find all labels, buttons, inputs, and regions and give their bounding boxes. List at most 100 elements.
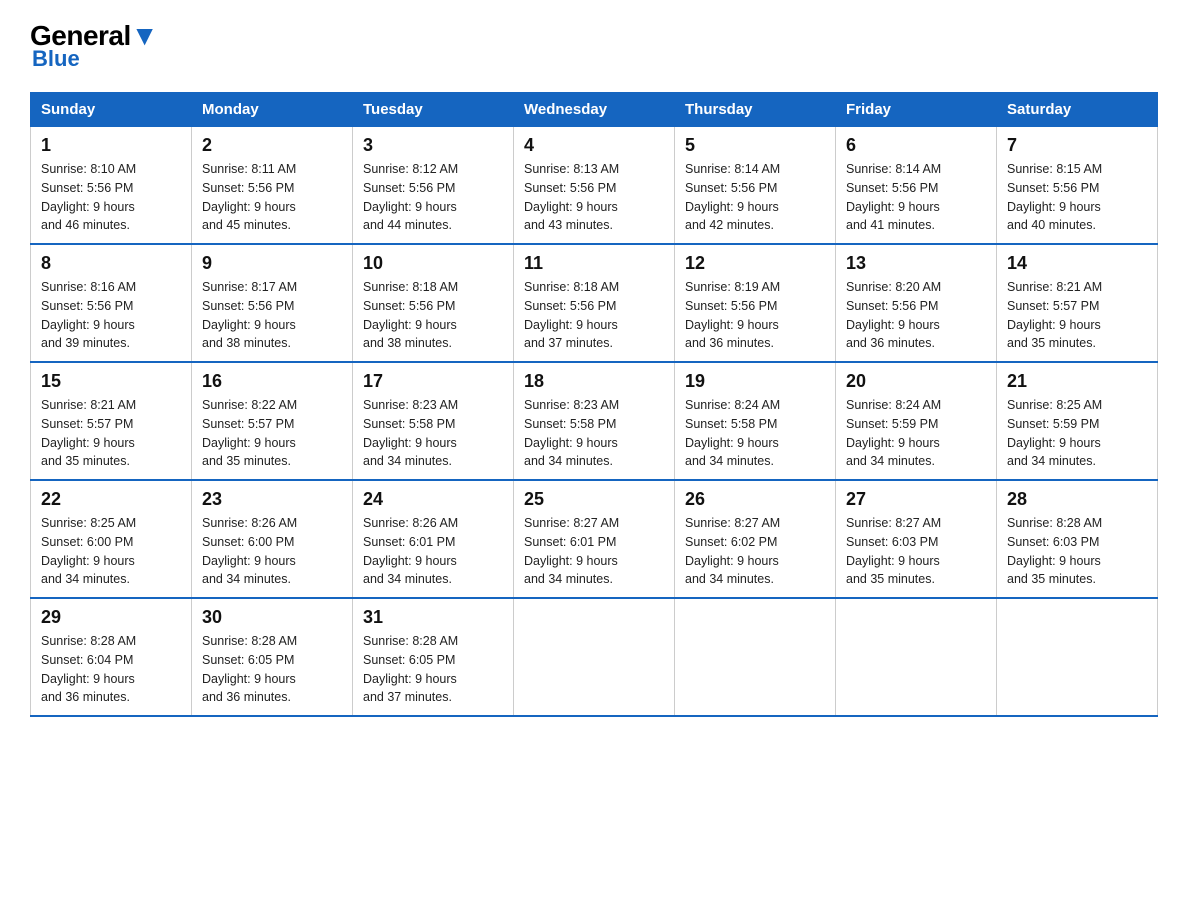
day-info: Sunrise: 8:18 AM Sunset: 5:56 PM Dayligh… xyxy=(524,278,664,353)
calendar-week-row: 15 Sunrise: 8:21 AM Sunset: 5:57 PM Dayl… xyxy=(31,362,1158,480)
calendar-cell xyxy=(997,598,1158,716)
day-info: Sunrise: 8:10 AM Sunset: 5:56 PM Dayligh… xyxy=(41,160,181,235)
calendar-cell: 7 Sunrise: 8:15 AM Sunset: 5:56 PM Dayli… xyxy=(997,127,1158,245)
calendar-cell: 27 Sunrise: 8:27 AM Sunset: 6:03 PM Dayl… xyxy=(836,480,997,598)
page-header: General▼ Blue xyxy=(30,20,1158,72)
day-info: Sunrise: 8:23 AM Sunset: 5:58 PM Dayligh… xyxy=(363,396,503,471)
calendar-cell: 10 Sunrise: 8:18 AM Sunset: 5:56 PM Dayl… xyxy=(353,244,514,362)
day-info: Sunrise: 8:14 AM Sunset: 5:56 PM Dayligh… xyxy=(846,160,986,235)
day-info: Sunrise: 8:24 AM Sunset: 5:59 PM Dayligh… xyxy=(846,396,986,471)
calendar-cell: 20 Sunrise: 8:24 AM Sunset: 5:59 PM Dayl… xyxy=(836,362,997,480)
day-info: Sunrise: 8:17 AM Sunset: 5:56 PM Dayligh… xyxy=(202,278,342,353)
day-number: 26 xyxy=(685,489,825,510)
day-number: 18 xyxy=(524,371,664,392)
day-number: 22 xyxy=(41,489,181,510)
day-info: Sunrise: 8:14 AM Sunset: 5:56 PM Dayligh… xyxy=(685,160,825,235)
day-info: Sunrise: 8:28 AM Sunset: 6:05 PM Dayligh… xyxy=(363,632,503,707)
calendar-cell: 11 Sunrise: 8:18 AM Sunset: 5:56 PM Dayl… xyxy=(514,244,675,362)
calendar-cell xyxy=(675,598,836,716)
day-number: 27 xyxy=(846,489,986,510)
day-info: Sunrise: 8:23 AM Sunset: 5:58 PM Dayligh… xyxy=(524,396,664,471)
day-info: Sunrise: 8:24 AM Sunset: 5:58 PM Dayligh… xyxy=(685,396,825,471)
calendar-cell: 19 Sunrise: 8:24 AM Sunset: 5:58 PM Dayl… xyxy=(675,362,836,480)
day-number: 15 xyxy=(41,371,181,392)
day-info: Sunrise: 8:21 AM Sunset: 5:57 PM Dayligh… xyxy=(1007,278,1147,353)
day-info: Sunrise: 8:11 AM Sunset: 5:56 PM Dayligh… xyxy=(202,160,342,235)
day-number: 23 xyxy=(202,489,342,510)
calendar-cell: 24 Sunrise: 8:26 AM Sunset: 6:01 PM Dayl… xyxy=(353,480,514,598)
logo-triangle-icon: ▼ xyxy=(131,20,158,51)
calendar-cell: 21 Sunrise: 8:25 AM Sunset: 5:59 PM Dayl… xyxy=(997,362,1158,480)
calendar-week-row: 1 Sunrise: 8:10 AM Sunset: 5:56 PM Dayli… xyxy=(31,127,1158,245)
calendar-cell xyxy=(836,598,997,716)
day-info: Sunrise: 8:27 AM Sunset: 6:03 PM Dayligh… xyxy=(846,514,986,589)
calendar-week-row: 29 Sunrise: 8:28 AM Sunset: 6:04 PM Dayl… xyxy=(31,598,1158,716)
day-number: 16 xyxy=(202,371,342,392)
day-info: Sunrise: 8:27 AM Sunset: 6:02 PM Dayligh… xyxy=(685,514,825,589)
day-number: 2 xyxy=(202,135,342,156)
calendar-cell: 1 Sunrise: 8:10 AM Sunset: 5:56 PM Dayli… xyxy=(31,127,192,245)
calendar-cell: 29 Sunrise: 8:28 AM Sunset: 6:04 PM Dayl… xyxy=(31,598,192,716)
day-info: Sunrise: 8:12 AM Sunset: 5:56 PM Dayligh… xyxy=(363,160,503,235)
day-info: Sunrise: 8:27 AM Sunset: 6:01 PM Dayligh… xyxy=(524,514,664,589)
calendar-cell: 25 Sunrise: 8:27 AM Sunset: 6:01 PM Dayl… xyxy=(514,480,675,598)
day-number: 5 xyxy=(685,135,825,156)
day-number: 11 xyxy=(524,253,664,274)
calendar-cell: 3 Sunrise: 8:12 AM Sunset: 5:56 PM Dayli… xyxy=(353,127,514,245)
day-number: 3 xyxy=(363,135,503,156)
logo: General▼ Blue xyxy=(30,20,158,72)
day-info: Sunrise: 8:26 AM Sunset: 6:01 PM Dayligh… xyxy=(363,514,503,589)
day-info: Sunrise: 8:13 AM Sunset: 5:56 PM Dayligh… xyxy=(524,160,664,235)
calendar-cell: 14 Sunrise: 8:21 AM Sunset: 5:57 PM Dayl… xyxy=(997,244,1158,362)
day-number: 21 xyxy=(1007,371,1147,392)
weekday-header-monday: Monday xyxy=(192,93,353,127)
day-info: Sunrise: 8:28 AM Sunset: 6:05 PM Dayligh… xyxy=(202,632,342,707)
calendar-cell: 28 Sunrise: 8:28 AM Sunset: 6:03 PM Dayl… xyxy=(997,480,1158,598)
weekday-header-saturday: Saturday xyxy=(997,93,1158,127)
calendar-cell: 23 Sunrise: 8:26 AM Sunset: 6:00 PM Dayl… xyxy=(192,480,353,598)
day-number: 31 xyxy=(363,607,503,628)
day-number: 24 xyxy=(363,489,503,510)
day-info: Sunrise: 8:15 AM Sunset: 5:56 PM Dayligh… xyxy=(1007,160,1147,235)
day-number: 17 xyxy=(363,371,503,392)
calendar-cell: 30 Sunrise: 8:28 AM Sunset: 6:05 PM Dayl… xyxy=(192,598,353,716)
calendar-cell: 8 Sunrise: 8:16 AM Sunset: 5:56 PM Dayli… xyxy=(31,244,192,362)
day-number: 29 xyxy=(41,607,181,628)
day-info: Sunrise: 8:28 AM Sunset: 6:03 PM Dayligh… xyxy=(1007,514,1147,589)
day-info: Sunrise: 8:25 AM Sunset: 5:59 PM Dayligh… xyxy=(1007,396,1147,471)
calendar-cell: 31 Sunrise: 8:28 AM Sunset: 6:05 PM Dayl… xyxy=(353,598,514,716)
calendar-cell: 4 Sunrise: 8:13 AM Sunset: 5:56 PM Dayli… xyxy=(514,127,675,245)
day-info: Sunrise: 8:28 AM Sunset: 6:04 PM Dayligh… xyxy=(41,632,181,707)
day-number: 19 xyxy=(685,371,825,392)
day-number: 1 xyxy=(41,135,181,156)
day-info: Sunrise: 8:19 AM Sunset: 5:56 PM Dayligh… xyxy=(685,278,825,353)
day-number: 14 xyxy=(1007,253,1147,274)
weekday-header-row: SundayMondayTuesdayWednesdayThursdayFrid… xyxy=(31,93,1158,127)
calendar-cell: 26 Sunrise: 8:27 AM Sunset: 6:02 PM Dayl… xyxy=(675,480,836,598)
calendar-cell: 17 Sunrise: 8:23 AM Sunset: 5:58 PM Dayl… xyxy=(353,362,514,480)
day-info: Sunrise: 8:22 AM Sunset: 5:57 PM Dayligh… xyxy=(202,396,342,471)
logo-blue-text: Blue xyxy=(30,46,80,72)
day-number: 13 xyxy=(846,253,986,274)
day-number: 28 xyxy=(1007,489,1147,510)
day-info: Sunrise: 8:21 AM Sunset: 5:57 PM Dayligh… xyxy=(41,396,181,471)
day-number: 10 xyxy=(363,253,503,274)
calendar-table: SundayMondayTuesdayWednesdayThursdayFrid… xyxy=(30,92,1158,717)
day-number: 25 xyxy=(524,489,664,510)
day-info: Sunrise: 8:25 AM Sunset: 6:00 PM Dayligh… xyxy=(41,514,181,589)
day-number: 4 xyxy=(524,135,664,156)
day-number: 30 xyxy=(202,607,342,628)
weekday-header-thursday: Thursday xyxy=(675,93,836,127)
calendar-week-row: 8 Sunrise: 8:16 AM Sunset: 5:56 PM Dayli… xyxy=(31,244,1158,362)
weekday-header-friday: Friday xyxy=(836,93,997,127)
day-info: Sunrise: 8:26 AM Sunset: 6:00 PM Dayligh… xyxy=(202,514,342,589)
weekday-header-tuesday: Tuesday xyxy=(353,93,514,127)
calendar-cell: 13 Sunrise: 8:20 AM Sunset: 5:56 PM Dayl… xyxy=(836,244,997,362)
calendar-cell: 5 Sunrise: 8:14 AM Sunset: 5:56 PM Dayli… xyxy=(675,127,836,245)
weekday-header-wednesday: Wednesday xyxy=(514,93,675,127)
day-number: 12 xyxy=(685,253,825,274)
calendar-cell xyxy=(514,598,675,716)
day-info: Sunrise: 8:16 AM Sunset: 5:56 PM Dayligh… xyxy=(41,278,181,353)
day-info: Sunrise: 8:18 AM Sunset: 5:56 PM Dayligh… xyxy=(363,278,503,353)
calendar-cell: 2 Sunrise: 8:11 AM Sunset: 5:56 PM Dayli… xyxy=(192,127,353,245)
